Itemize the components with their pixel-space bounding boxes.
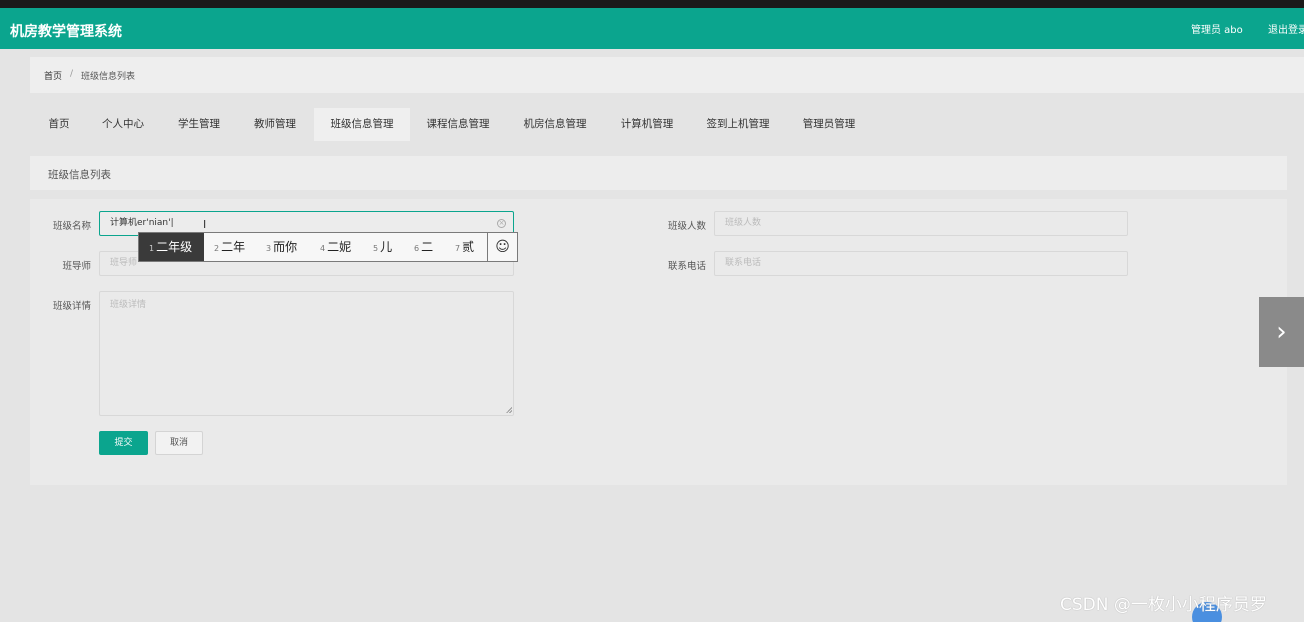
nav-item-teachers[interactable]: 教师管理 xyxy=(246,108,304,141)
ime-candidate[interactable]: 1 二年级 xyxy=(139,233,204,261)
breadcrumb-current: 班级信息列表 xyxy=(81,72,136,82)
ime-candidate[interactable]: 2 二年 xyxy=(204,233,256,261)
nav-item-class-info[interactable]: 班级信息管理 xyxy=(314,108,410,141)
details-textarea[interactable]: 班级详情 xyxy=(99,291,514,416)
phone-input[interactable]: 联系电话 xyxy=(714,251,1128,276)
breadcrumb-home[interactable]: 首页 xyxy=(44,69,62,82)
ime-candidate[interactable]: 5儿 xyxy=(363,233,404,261)
app-header: 机房教学管理系统 管理员 abo 退出登录 xyxy=(0,8,1304,49)
cancel-button[interactable]: 取消 xyxy=(155,431,203,455)
nav-item-course-info[interactable]: 课程信息管理 xyxy=(420,108,496,141)
class-count-label: 班级人数 xyxy=(667,221,706,232)
ime-candidate-bar: 1 二年级 2 二年 3 而你 4 二妮 5儿 6二 7贰 ☺ xyxy=(138,232,518,262)
phone-placeholder: 联系电话 xyxy=(725,258,762,268)
breadcrumb: 首页 / 班级信息列表 xyxy=(30,57,1304,93)
class-count-input[interactable]: 班级人数 xyxy=(714,211,1128,236)
resize-handle-icon[interactable] xyxy=(506,407,512,413)
details-label: 班级详情 xyxy=(52,301,91,312)
teacher-placeholder: 班导师 xyxy=(110,258,138,268)
nav-item-checkin[interactable]: 签到上机管理 xyxy=(699,108,777,141)
class-name-label: 班级名称 xyxy=(52,221,91,232)
submit-button[interactable]: 提交 xyxy=(99,431,148,455)
class-count-placeholder: 班级人数 xyxy=(725,218,762,228)
chevron-right-icon[interactable]: › xyxy=(1259,297,1304,367)
logout-link[interactable]: 退出登录 xyxy=(1268,21,1304,36)
watermark: CSDN @一枚小小程序员罗 xyxy=(1060,595,1267,615)
smiley-icon[interactable]: ☺ xyxy=(487,233,517,261)
nav-item-students[interactable]: 学生管理 xyxy=(170,108,228,141)
app-title: 机房教学管理系统 xyxy=(10,24,122,40)
breadcrumb-separator: / xyxy=(70,69,74,79)
ime-candidate[interactable]: 4 二妮 xyxy=(310,233,363,261)
section-header: 班级信息列表 xyxy=(30,156,1287,190)
top-black-strip xyxy=(0,0,1304,8)
teacher-label: 班导师 xyxy=(62,261,91,272)
ime-candidate[interactable]: 3 而你 xyxy=(256,233,310,261)
clear-icon[interactable]: × xyxy=(497,219,506,228)
text-cursor-icon: I xyxy=(203,218,207,231)
nav-item-admins[interactable]: 管理员管理 xyxy=(794,108,864,141)
class-name-value: 计算机er'nian'| xyxy=(110,218,174,228)
nav-item-computers[interactable]: 计算机管理 xyxy=(612,108,682,141)
details-placeholder: 班级详情 xyxy=(110,300,147,310)
nav-item-home[interactable]: 首页 xyxy=(38,108,80,141)
admin-name[interactable]: 管理员 abo xyxy=(1191,21,1243,36)
ime-candidate[interactable]: 6二 xyxy=(404,233,445,261)
nav-item-profile[interactable]: 个人中心 xyxy=(94,108,152,141)
nav-item-lab-info[interactable]: 机房信息管理 xyxy=(517,108,593,141)
ime-candidate[interactable]: 7贰 xyxy=(445,233,487,261)
section-title: 班级信息列表 xyxy=(48,169,111,181)
phone-label: 联系电话 xyxy=(667,261,706,272)
